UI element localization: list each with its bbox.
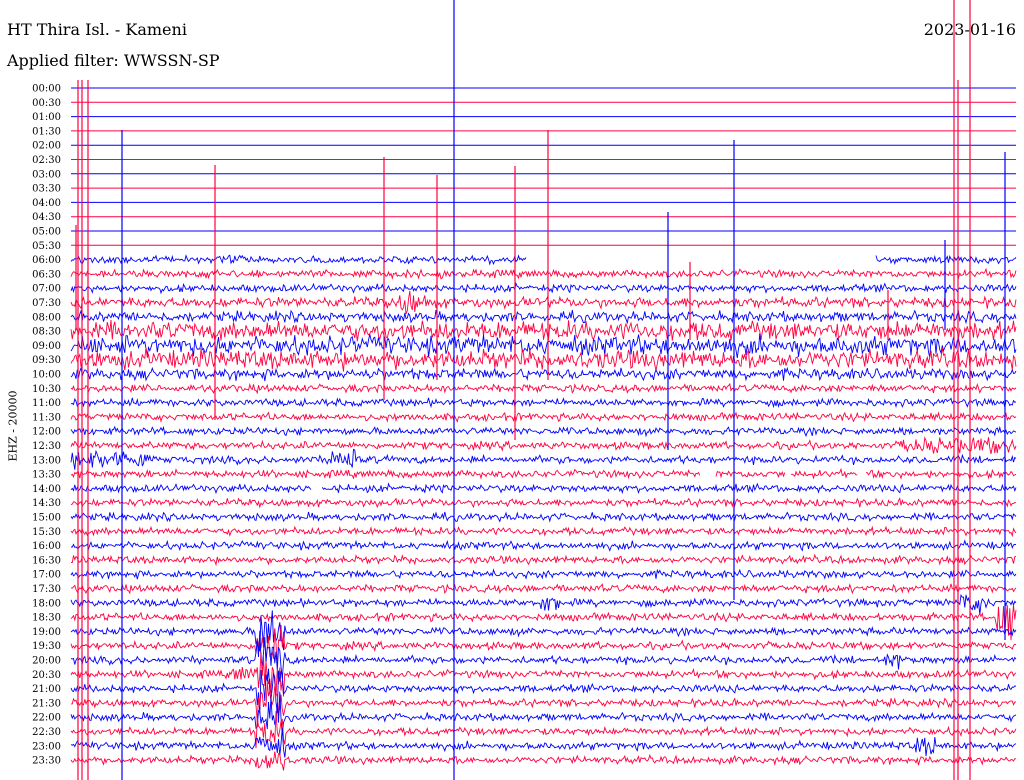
time-tick-label: 06:30 xyxy=(32,269,61,280)
time-tick-label: 03:00 xyxy=(32,169,61,180)
time-tick-label: 10:30 xyxy=(32,384,61,395)
time-tick-label: 20:30 xyxy=(32,670,61,681)
trace-row xyxy=(70,593,1017,615)
time-tick-label: 14:00 xyxy=(32,484,61,495)
trace-row xyxy=(70,382,1017,395)
time-tick-labels: 00:00 00:30 01:00 01:30 02:00 02:30 03:00 03:30… xyxy=(32,84,61,767)
trace-row xyxy=(70,281,1017,295)
trace-row xyxy=(70,309,1017,325)
time-tick-label: 23:00 xyxy=(32,741,61,752)
time-tick-label: 00:00 xyxy=(32,84,61,95)
trace-row xyxy=(70,497,1017,509)
time-tick-label: 10:00 xyxy=(32,370,61,381)
time-tick-label: 16:00 xyxy=(32,541,61,552)
time-tick-label: 01:30 xyxy=(32,126,61,137)
time-tick-label: 13:00 xyxy=(32,455,61,466)
time-tick-label: 20:00 xyxy=(32,656,61,667)
time-tick-label: 15:00 xyxy=(32,513,61,524)
trace-row xyxy=(70,604,1017,641)
trace-row xyxy=(70,525,1017,538)
trace-row xyxy=(70,411,1017,424)
trace-row xyxy=(70,448,1017,470)
time-tick-label: 12:30 xyxy=(32,441,61,452)
time-tick-label: 07:30 xyxy=(32,298,61,309)
time-tick-label: 17:00 xyxy=(32,570,61,581)
trace-row xyxy=(70,254,1017,266)
time-tick-label: 11:30 xyxy=(32,412,61,423)
trace-row xyxy=(70,610,1017,652)
time-tick-label: 16:30 xyxy=(32,555,61,566)
time-tick-label: 03:30 xyxy=(32,184,61,195)
time-tick-label: 00:30 xyxy=(32,98,61,109)
trace-row xyxy=(70,436,1017,454)
time-tick-label: 17:30 xyxy=(32,584,61,595)
time-tick-label: 01:00 xyxy=(32,112,61,123)
trace-row xyxy=(70,568,1017,580)
trace-row xyxy=(70,711,1017,749)
time-tick-label: 09:00 xyxy=(32,341,61,352)
time-tick-label: 22:30 xyxy=(32,727,61,738)
time-tick-label: 18:30 xyxy=(32,613,61,624)
time-tick-label: 08:30 xyxy=(32,327,61,338)
helicorder-figure: HT Thira Isl. - Kameni 2023-01-16 Applie… xyxy=(0,0,1024,780)
time-tick-label: 21:30 xyxy=(32,698,61,709)
time-tick-label: 04:30 xyxy=(32,212,61,223)
trace-group xyxy=(70,87,1017,771)
trace-row xyxy=(70,267,1017,280)
trace-row xyxy=(70,482,1017,495)
time-tick-label: 23:30 xyxy=(32,756,61,767)
time-tick-label: 06:00 xyxy=(32,255,61,266)
time-tick-label: 18:00 xyxy=(32,598,61,609)
trace-row xyxy=(70,691,1017,736)
time-tick-label: 04:00 xyxy=(32,198,61,209)
trace-row xyxy=(70,630,1017,679)
time-tick-label: 19:30 xyxy=(32,641,61,652)
trace-row xyxy=(70,751,1017,771)
trace-row xyxy=(71,553,1017,567)
trace-row xyxy=(70,366,1017,382)
trace-row xyxy=(70,425,1017,438)
time-tick-label: 11:00 xyxy=(32,398,61,409)
time-tick-label: 05:00 xyxy=(32,227,61,238)
time-tick-label: 07:00 xyxy=(32,284,61,295)
time-tick-label: 19:00 xyxy=(32,627,61,638)
time-tick-label: 08:00 xyxy=(32,312,61,323)
trace-row xyxy=(70,467,1017,481)
time-tick-label: 22:00 xyxy=(32,713,61,724)
time-tick-label: 12:00 xyxy=(32,427,61,438)
time-tick-label: 21:00 xyxy=(32,684,61,695)
time-tick-label: 15:30 xyxy=(32,527,61,538)
time-tick-label: 09:30 xyxy=(32,355,61,366)
trace-row xyxy=(70,397,1017,409)
time-tick-label: 02:00 xyxy=(32,141,61,152)
time-tick-label: 14:30 xyxy=(32,498,61,509)
trace-row xyxy=(70,511,1017,523)
time-tick-label: 13:30 xyxy=(32,470,61,481)
trace-row xyxy=(70,583,1017,595)
seismogram-plot: 00:00 00:30 01:00 01:30 02:00 02:30 03:00 03:30… xyxy=(32,0,1017,780)
trace-row xyxy=(71,539,1017,552)
time-tick-label: 05:30 xyxy=(32,241,61,252)
trace-row xyxy=(70,290,1017,314)
time-tick-label: 02:30 xyxy=(32,155,61,166)
